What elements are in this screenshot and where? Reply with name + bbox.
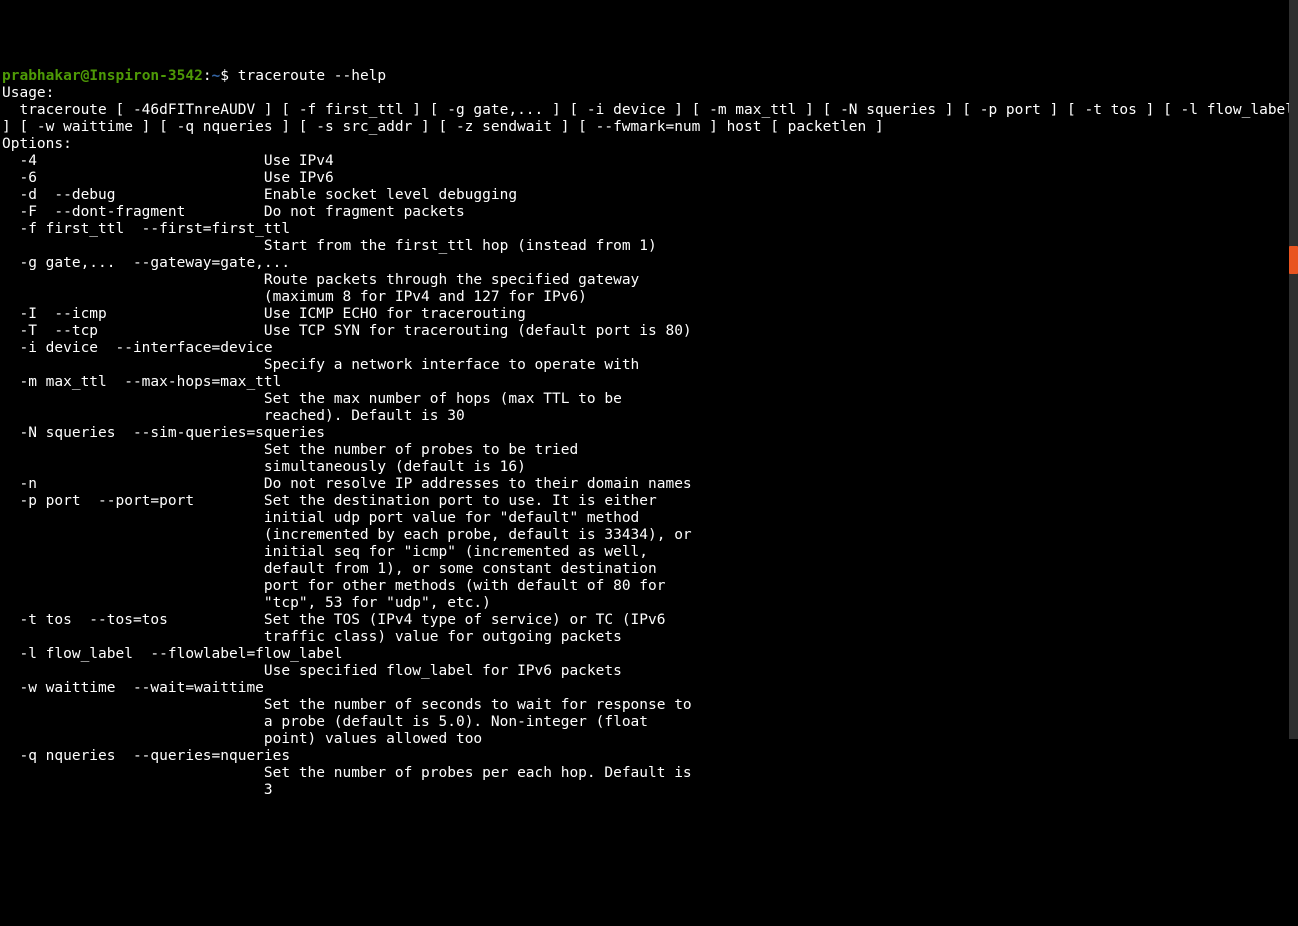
prompt-dollar: $: [220, 68, 237, 84]
prompt-user: prabhakar: [2, 68, 81, 84]
output-lines: Usage: traceroute [ -46dFITnreAUDV ] [ -…: [2, 85, 1296, 799]
scrollbar-thumb[interactable]: [1289, 246, 1298, 274]
prompt-colon: :: [203, 68, 212, 84]
scrollbar-track[interactable]: [1289, 0, 1298, 739]
command-text: traceroute --help: [238, 68, 386, 84]
prompt-path: ~: [212, 68, 221, 84]
terminal-output[interactable]: prabhakar@Inspiron-3542:~$ traceroute --…: [0, 68, 1298, 807]
prompt-at: @: [81, 68, 90, 84]
prompt-host: Inspiron-3542: [89, 68, 203, 84]
